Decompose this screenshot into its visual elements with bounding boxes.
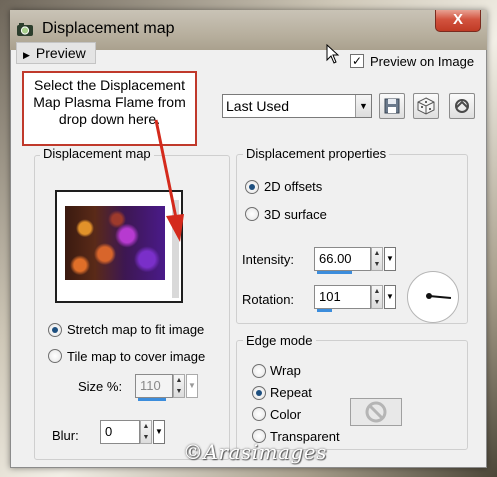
edge-wrap-label: Wrap [270,363,301,378]
rotation-label: Rotation: [242,292,295,307]
tile-map-label: Tile map to cover image [67,349,206,364]
rotation-value: 101 [319,289,341,304]
preview-on-image-label: Preview on Image [370,54,475,69]
preview-on-image-checkbox[interactable]: ✓ [350,54,364,68]
rotation-stepper[interactable]: ▲ ▼ [371,285,383,309]
2d-offsets-radio[interactable] [245,180,259,194]
blur-stepper[interactable]: ▲ ▼ [140,420,152,444]
intensity-label: Intensity: [242,252,295,267]
close-button[interactable]: X [435,10,481,32]
edge-repeat-radio[interactable] [252,386,266,400]
blur-label: Blur: [52,428,79,443]
edge-repeat-label: Repeat [270,385,312,400]
preset-selected-value: Last Used [226,98,290,114]
edge-wrap-radio[interactable] [252,364,266,378]
size-stepper[interactable]: ▲ ▼ [173,374,185,398]
tile-map-radio[interactable] [48,349,62,363]
stretch-map-radio[interactable] [48,323,62,337]
rotation-dropdown-button[interactable]: ▼ [384,285,396,309]
blur-dropdown-button[interactable]: ▼ [153,420,165,444]
reset-icon [455,99,469,113]
mouse-cursor-icon [326,44,340,64]
displacement-properties-group-title: Displacement properties [243,146,390,161]
preview-toggle-button[interactable]: ▶ Preview [16,42,96,64]
2d-offsets-label: 2D offsets [264,179,323,194]
rotation-dial[interactable] [407,271,459,323]
rotation-dial-needle [428,295,452,299]
edge-color-label: Color [270,407,302,422]
chevron-down-icon: ▼ [355,95,371,117]
stretch-map-label: Stretch map to fit image [67,322,205,337]
intensity-value: 66.00 [319,251,352,266]
displacement-map-group-title: Displacement map [40,146,154,161]
save-preset-button[interactable] [379,93,405,119]
size-label: Size %: [78,379,123,394]
edge-color-radio[interactable] [252,407,266,421]
intensity-stepper[interactable]: ▲ ▼ [371,247,383,271]
preset-dropdown[interactable]: Last Used ▼ [222,94,372,118]
intensity-level-bar [317,271,352,274]
size-field[interactable]: 110 [135,374,173,401]
disabled-icon [365,401,387,423]
randomize-button[interactable] [413,93,439,119]
floppy-disk-icon [384,98,400,114]
edge-color-swatch[interactable] [350,398,402,426]
rotation-level-bar [317,309,332,312]
blur-field[interactable]: 0 [100,420,140,444]
dice-icon [417,97,435,115]
app-icon [17,23,33,36]
expand-arrow-icon: ▶ [23,50,30,60]
size-dropdown-button[interactable]: ▼ [186,374,198,398]
rotation-field[interactable]: 101 [314,285,371,312]
size-level-bar [138,398,166,401]
checkmark-icon: ✓ [351,54,363,68]
intensity-dropdown-button[interactable]: ▼ [384,247,396,271]
reset-button[interactable] [449,93,475,119]
3d-surface-radio[interactable] [245,207,259,221]
watermark-text: ©Arasimages [183,440,327,464]
window-title: Displacement map [42,20,175,37]
intensity-field[interactable]: 66.00 [314,247,371,274]
blur-value: 0 [105,424,113,439]
3d-surface-label: 3D surface [264,207,327,222]
size-value: 110 [140,378,161,393]
edge-mode-group-title: Edge mode [243,333,316,348]
preview-toggle-label: Preview [35,45,86,61]
close-icon: X [452,11,463,28]
callout-arrow-icon [154,119,184,242]
